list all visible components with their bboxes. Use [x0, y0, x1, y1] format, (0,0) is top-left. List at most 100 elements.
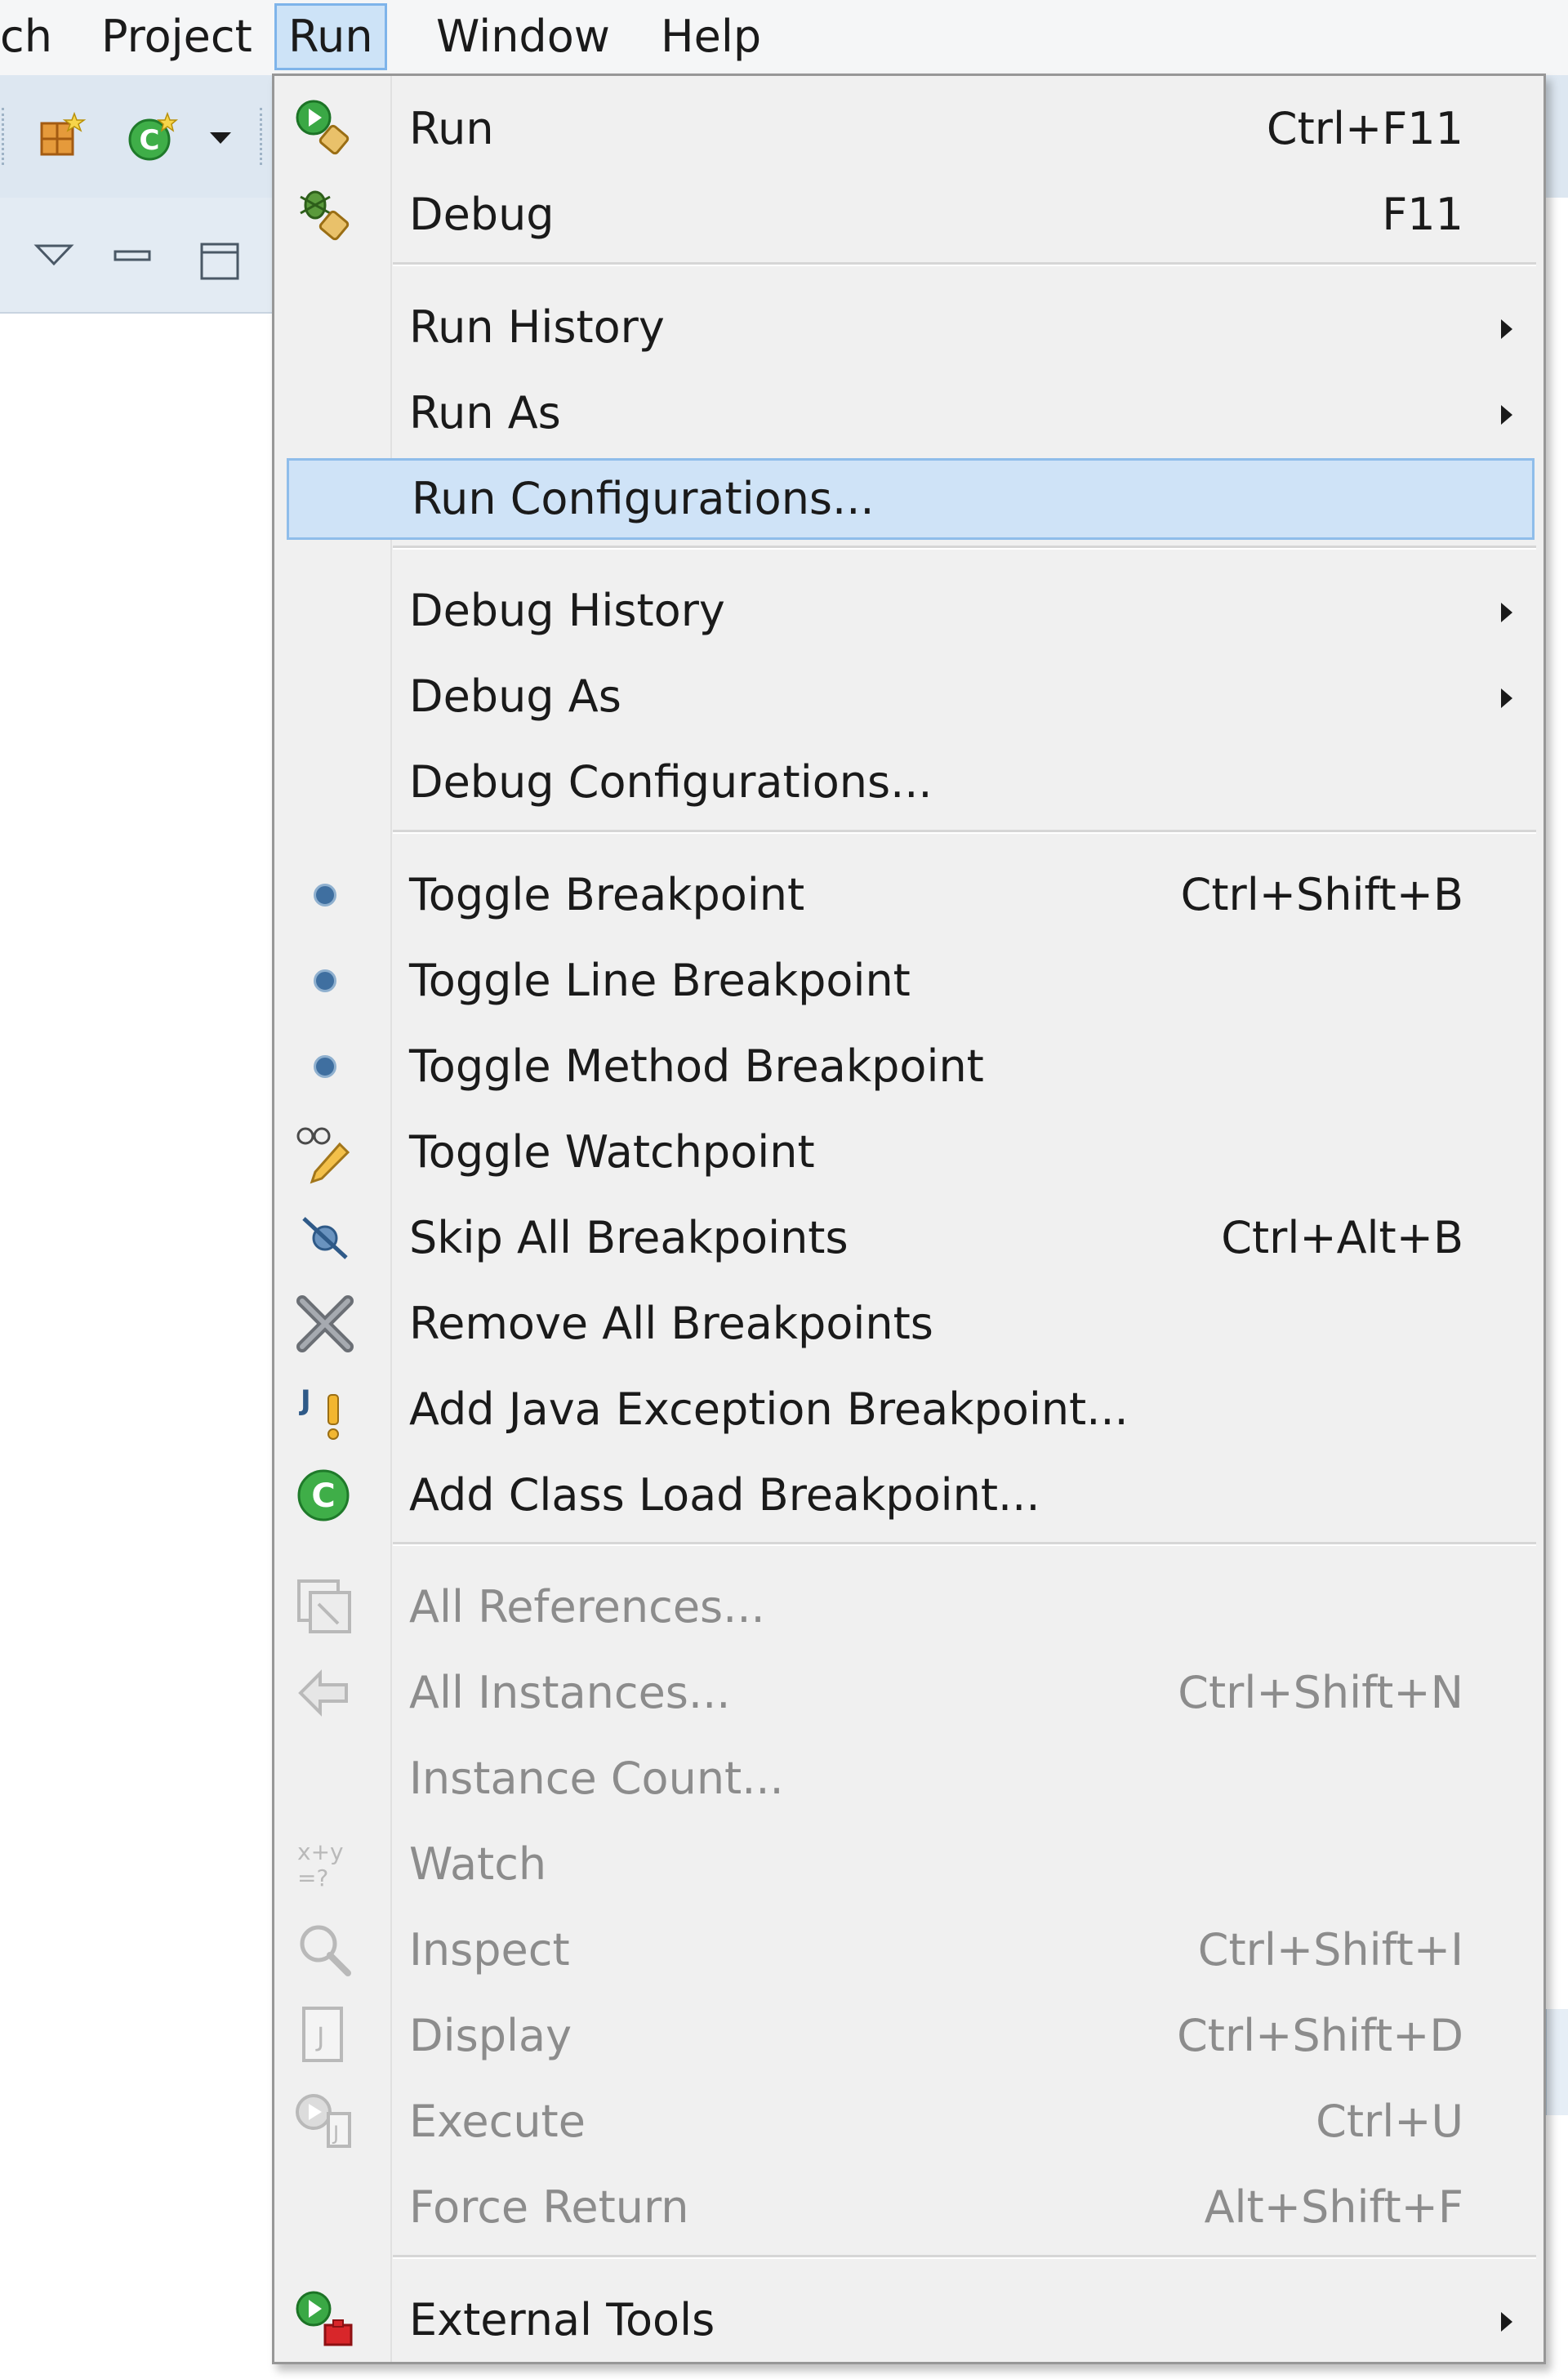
new-package-icon[interactable] — [33, 108, 90, 165]
menu-item-add-class-load-breakpoint[interactable]: C Add Class Load Breakpoint... — [274, 1455, 1544, 1536]
inspect-icon — [292, 1918, 358, 1983]
menu-item-debug-history[interactable]: Debug History — [274, 570, 1544, 652]
submenu-arrow-icon — [1501, 319, 1512, 339]
maximize-icon[interactable] — [196, 238, 243, 284]
svg-text:J: J — [299, 1384, 311, 1417]
menu-separator — [393, 1542, 1536, 1546]
menu-item-shortcut: Ctrl+Shift+B — [1180, 869, 1463, 920]
menu-item-inspect[interactable]: Inspect Ctrl+Shift+I — [274, 1909, 1544, 1991]
menu-item-label: Run Configurations... — [412, 473, 875, 524]
menubar-item-run[interactable]: Run — [274, 3, 387, 70]
menu-item-label: Add Java Exception Breakpoint... — [409, 1383, 1129, 1435]
menu-item-shortcut: F11 — [1382, 189, 1463, 240]
menu-item-shortcut: Ctrl+Shift+D — [1177, 2010, 1463, 2061]
chevron-down-icon[interactable] — [204, 126, 237, 150]
menu-item-force-return[interactable]: Force Return Alt+Shift+F — [274, 2167, 1544, 2248]
menu-separator — [393, 546, 1536, 550]
menu-item-label: Inspect — [409, 1924, 570, 1976]
submenu-arrow-icon — [1501, 2312, 1512, 2332]
eclipse-window: ch Project Run Window Help C Run Ctrl+F1… — [0, 0, 1568, 2379]
debug-icon — [292, 182, 358, 247]
menu-item-all-instances[interactable]: All Instances... Ctrl+Shift+N — [274, 1652, 1544, 1734]
menu-item-label: Run History — [409, 301, 665, 353]
menu-item-label: Add Class Load Breakpoint... — [409, 1469, 1040, 1521]
view-menu-icon[interactable] — [31, 238, 77, 271]
editor-scroll-edge — [1545, 2009, 1568, 2115]
menubar-item-project[interactable]: Project — [90, 3, 264, 70]
java-exception-icon: J — [292, 1377, 358, 1442]
menubar-item-search[interactable]: ch — [0, 3, 64, 70]
menu-item-label: Toggle Method Breakpoint — [409, 1040, 984, 1092]
toolbar-grip — [2, 108, 11, 165]
menu-item-label: Debug — [409, 189, 555, 240]
menu-item-label: All References... — [409, 1581, 765, 1633]
menu-item-instance-count[interactable]: Instance Count... — [274, 1738, 1544, 1820]
menu-item-remove-all-breakpoints[interactable]: Remove All Breakpoints — [274, 1283, 1544, 1365]
menu-item-debug-as[interactable]: Debug As — [274, 656, 1544, 737]
menu-item-shortcut: Ctrl+Alt+B — [1221, 1212, 1463, 1263]
execute-icon: J — [292, 2089, 358, 2154]
view-toolbar — [0, 198, 274, 314]
menu-item-debug-configurations[interactable]: Debug Configurations... — [274, 742, 1544, 823]
minimize-icon[interactable] — [109, 243, 155, 268]
menu-item-watch[interactable]: x+y =? Watch — [274, 1824, 1544, 1905]
svg-text:C: C — [311, 1477, 335, 1515]
svg-text:x+y: x+y — [297, 1838, 344, 1865]
menu-item-debug[interactable]: Debug F11 — [274, 174, 1544, 256]
menu-item-add-java-exception-breakpoint[interactable]: J Add Java Exception Breakpoint... — [274, 1369, 1544, 1450]
skip-breakpoints-icon — [292, 1205, 358, 1271]
menu-item-label: All Instances... — [409, 1667, 731, 1718]
menu-item-run-history[interactable]: Run History — [274, 287, 1544, 368]
menu-item-label: Watch — [409, 1838, 547, 1890]
menu-item-label: Debug As — [409, 670, 621, 722]
submenu-arrow-icon — [1501, 688, 1512, 708]
remove-breakpoints-icon — [292, 1291, 358, 1357]
svg-text:C: C — [140, 124, 160, 157]
menu-item-label: Run — [409, 103, 494, 154]
menu-item-toggle-method-breakpoint[interactable]: Toggle Method Breakpoint — [274, 1026, 1544, 1107]
display-icon: J — [292, 2003, 358, 2069]
menu-item-display[interactable]: J Display Ctrl+Shift+D — [274, 1995, 1544, 2077]
menu-item-label: Toggle Breakpoint — [409, 869, 805, 920]
run-menu: Run Ctrl+F11 Debug F11 Run History Run A… — [272, 74, 1546, 2364]
menu-item-label: Toggle Watchpoint — [409, 1126, 815, 1178]
menu-item-label: Display — [409, 2010, 572, 2061]
menubar: ch Project Run Window Help — [0, 0, 1568, 75]
menu-item-shortcut: Ctrl+F11 — [1266, 103, 1463, 154]
menubar-item-window[interactable]: Window — [425, 3, 621, 70]
menu-item-execute[interactable]: J Execute Ctrl+U — [274, 2081, 1544, 2163]
menu-item-shortcut: Ctrl+U — [1316, 2096, 1463, 2147]
menu-item-label: Instance Count... — [409, 1753, 784, 1804]
references-icon — [292, 1575, 358, 1640]
menu-item-shortcut: Alt+Shift+F — [1204, 2181, 1463, 2233]
submenu-arrow-icon — [1501, 603, 1512, 622]
menu-item-skip-all-breakpoints[interactable]: Skip All Breakpoints Ctrl+Alt+B — [274, 1197, 1544, 1279]
menu-item-label: Toggle Line Breakpoint — [409, 955, 911, 1006]
menu-item-toggle-watchpoint[interactable]: Toggle Watchpoint — [274, 1112, 1544, 1193]
menu-item-label: Debug History — [409, 585, 725, 636]
menu-item-label: Run As — [409, 387, 561, 439]
menu-separator — [393, 830, 1536, 834]
menu-item-label: Debug Configurations... — [409, 756, 933, 808]
menu-item-run-as[interactable]: Run As — [274, 372, 1544, 454]
menu-item-external-tools[interactable]: External Tools — [274, 2279, 1544, 2361]
new-class-icon[interactable]: C — [122, 108, 181, 167]
menu-item-label: Execute — [409, 2096, 586, 2147]
run-icon — [292, 96, 358, 162]
breakpoint-dot-icon — [292, 948, 358, 1014]
menu-item-toggle-line-breakpoint[interactable]: Toggle Line Breakpoint — [274, 940, 1544, 1022]
menu-item-all-references[interactable]: All References... — [274, 1566, 1544, 1648]
menu-item-label: Remove All Breakpoints — [409, 1298, 933, 1349]
menu-item-shortcut: Ctrl+Shift+I — [1197, 1924, 1463, 1976]
menu-item-label: External Tools — [409, 2294, 715, 2346]
external-tools-icon — [292, 2288, 358, 2353]
menu-item-run[interactable]: Run Ctrl+F11 — [274, 88, 1544, 170]
menu-item-run-configurations[interactable]: Run Configurations... — [287, 458, 1535, 540]
class-load-icon: C — [292, 1463, 358, 1528]
menubar-item-help[interactable]: Help — [649, 3, 773, 70]
instances-icon — [292, 1660, 358, 1726]
menu-item-label: Force Return — [409, 2181, 689, 2233]
menu-item-toggle-breakpoint[interactable]: Toggle Breakpoint Ctrl+Shift+B — [274, 854, 1544, 936]
watchpoint-icon — [292, 1120, 358, 1185]
svg-text:J: J — [315, 2021, 324, 2052]
